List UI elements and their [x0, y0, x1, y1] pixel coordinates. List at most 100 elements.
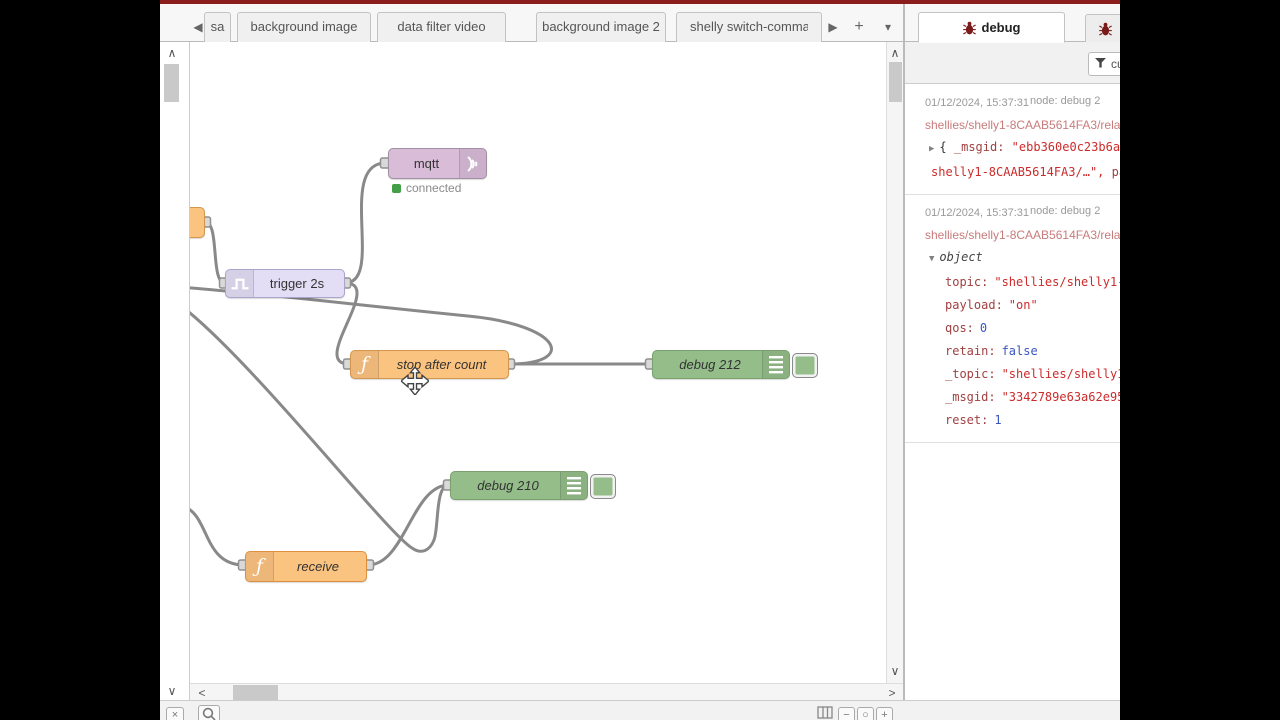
node-debug-210[interactable]: debug 210	[450, 471, 588, 500]
json-string: "ebb360e0c23b6ad0"	[1011, 140, 1120, 154]
footer-bar: × − ○ +	[160, 700, 1120, 720]
flow-list-menu-icon[interactable]: ▾	[878, 12, 898, 42]
mqtt-broadcast-icon	[459, 149, 486, 178]
wire-offscreen-to-debug210[interactable]	[190, 305, 450, 553]
move-cursor-icon	[401, 367, 429, 395]
palette-scrollbar-thumb[interactable]	[164, 64, 179, 102]
trigger-pulse-icon	[226, 270, 254, 297]
node-label: receive	[297, 559, 339, 574]
tab-label: shelly switch-comma	[690, 19, 808, 34]
filter-funnel-icon	[1095, 58, 1106, 68]
json-string: "shellies/shelly1-8C	[1001, 367, 1120, 381]
message-timestamp: 01/12/2024, 15:37:31	[925, 207, 1029, 219]
json-key: reset:	[945, 413, 989, 427]
canvas-hscrollbar-thumb[interactable]	[233, 685, 278, 700]
zoom-out-icon[interactable]: −	[838, 707, 855, 720]
message-topic: shellies/shelly1-8CAAB5614FA3/relay	[925, 228, 1120, 242]
workspace-tab-background-image-2[interactable]: background image 2	[536, 12, 666, 42]
workspace-tab-partial[interactable]: sa	[204, 12, 231, 42]
json-key: payload:	[945, 298, 1003, 312]
workspace-tab-background-image[interactable]: background image	[237, 12, 371, 42]
json-key: _msgid:	[953, 140, 1012, 154]
expand-arrow-icon[interactable]: ▶	[929, 144, 934, 154]
function-icon: ƒ	[351, 351, 379, 378]
debug-message[interactable]: 01/12/2024, 15:37:31 node: debug 2 shell…	[905, 195, 1120, 443]
search-zoom-icon[interactable]	[198, 705, 220, 720]
debug-toolbar: cu	[905, 42, 1120, 84]
debug-210-toggle-button[interactable]	[590, 474, 616, 499]
node-label: stop after count	[396, 357, 487, 372]
tab-debug[interactable]: debug	[918, 12, 1065, 43]
status-dot-icon	[392, 183, 401, 193]
node-partial-offscreen[interactable]	[190, 207, 205, 238]
zoom-reset-icon[interactable]: ○	[857, 707, 874, 720]
status-text: connected	[406, 181, 462, 195]
json-key: _msgid:	[945, 390, 996, 404]
json-boolean: false	[1001, 344, 1038, 358]
debug-list-icon	[560, 472, 587, 499]
node-label: trigger 2s	[269, 276, 325, 291]
wire-offscreen-to-trigger[interactable]	[204, 220, 226, 285]
message-timestamp: 01/12/2024, 15:37:31	[925, 97, 1029, 109]
collapse-arrow-icon[interactable]: ▼	[929, 254, 934, 264]
json-string: "on"	[1008, 298, 1038, 312]
node-receive[interactable]: ƒ receive	[245, 551, 367, 582]
object-label: object	[939, 250, 983, 264]
filter-label: cu	[1111, 57, 1120, 71]
json-string: "shellies/shelly1-8CA	[994, 275, 1120, 289]
canvas-scroll-right-icon[interactable]: >	[884, 686, 900, 700]
node-trigger[interactable]: trigger 2s	[225, 269, 345, 298]
json-key: payloa	[1111, 165, 1120, 179]
json-string: "3342789e63a62e95"	[1001, 390, 1120, 404]
json-string: shelly1-8CAAB5614FA3/…",	[931, 165, 1112, 179]
palette-collapse-icon[interactable]: ×	[166, 707, 184, 720]
node-label: debug 210	[477, 478, 539, 493]
mqtt-status: connected	[392, 181, 461, 195]
debug-212-toggle-button[interactable]	[792, 353, 818, 378]
debug-message-list: 01/12/2024, 15:37:31 node: debug 2 shell…	[905, 85, 1120, 443]
json-number: 1	[994, 413, 1002, 427]
bug-icon	[1098, 22, 1112, 35]
node-red-window: ◀ sa background image data filter video …	[160, 0, 1120, 720]
json-number: 0	[979, 321, 988, 335]
palette-strip: ∧	[160, 42, 190, 700]
wire-trigger-to-mqtt[interactable]	[344, 161, 387, 285]
message-node-name: node: debug 2	[1030, 95, 1101, 107]
message-topic: shellies/shelly1-8CAAB5614FA3/relay	[925, 118, 1120, 132]
flow-canvas[interactable]: mqtt connected trigger 2s ƒ stop after c…	[190, 42, 903, 683]
node-debug-212[interactable]: debug 212	[652, 350, 790, 379]
workspace-tab-shelly-switch[interactable]: shelly switch-comma	[676, 12, 822, 42]
bug-icon	[962, 21, 976, 34]
wire-offscreen-to-receive[interactable]	[190, 506, 245, 567]
node-label: debug 212	[679, 357, 741, 372]
json-key: _topic:	[945, 367, 996, 381]
zoom-in-icon[interactable]: +	[876, 707, 893, 720]
node-label: mqtt	[413, 156, 440, 171]
json-key: topic:	[945, 275, 989, 289]
debug-filter-button[interactable]: cu	[1088, 52, 1120, 76]
add-flow-icon[interactable]: +	[850, 12, 868, 42]
canvas-scroll-down-icon[interactable]: ∨	[887, 664, 903, 678]
function-icon: ƒ	[246, 552, 274, 581]
canvas-vertical-scrollbar[interactable]: ∧ ∨	[886, 42, 903, 683]
debug-list-icon	[762, 351, 789, 378]
node-stop-after-count[interactable]: ƒ stop after count	[350, 350, 509, 379]
debug-message[interactable]: 01/12/2024, 15:37:31 node: debug 2 shell…	[905, 85, 1120, 195]
tab-label: debug	[981, 20, 1021, 35]
canvas-scroll-up-icon[interactable]: ∧	[887, 46, 903, 60]
json-text: {	[939, 140, 954, 154]
canvas-vscrollbar-thumb[interactable]	[889, 62, 902, 102]
json-key: qos:	[945, 321, 974, 335]
workspace-scroll-right-icon[interactable]: ▶	[824, 12, 842, 42]
canvas-scroll-left-icon[interactable]: <	[194, 686, 210, 700]
message-node-name: node: debug 2	[1030, 205, 1101, 217]
canvas-horizontal-scrollbar[interactable]: < >	[190, 683, 903, 700]
workspace-tab-data-filter-video[interactable]: data filter video	[377, 12, 506, 42]
tab-bug-only[interactable]	[1085, 14, 1120, 43]
palette-scroll-up-icon[interactable]: ∧	[164, 46, 180, 60]
navigator-icon[interactable]	[815, 706, 835, 720]
node-mqtt[interactable]: mqtt	[388, 148, 487, 179]
json-key: retain:	[945, 344, 996, 358]
palette-scroll-down-icon[interactable]: ∨	[164, 684, 180, 698]
screen: ◀ sa background image data filter video …	[0, 0, 1280, 720]
